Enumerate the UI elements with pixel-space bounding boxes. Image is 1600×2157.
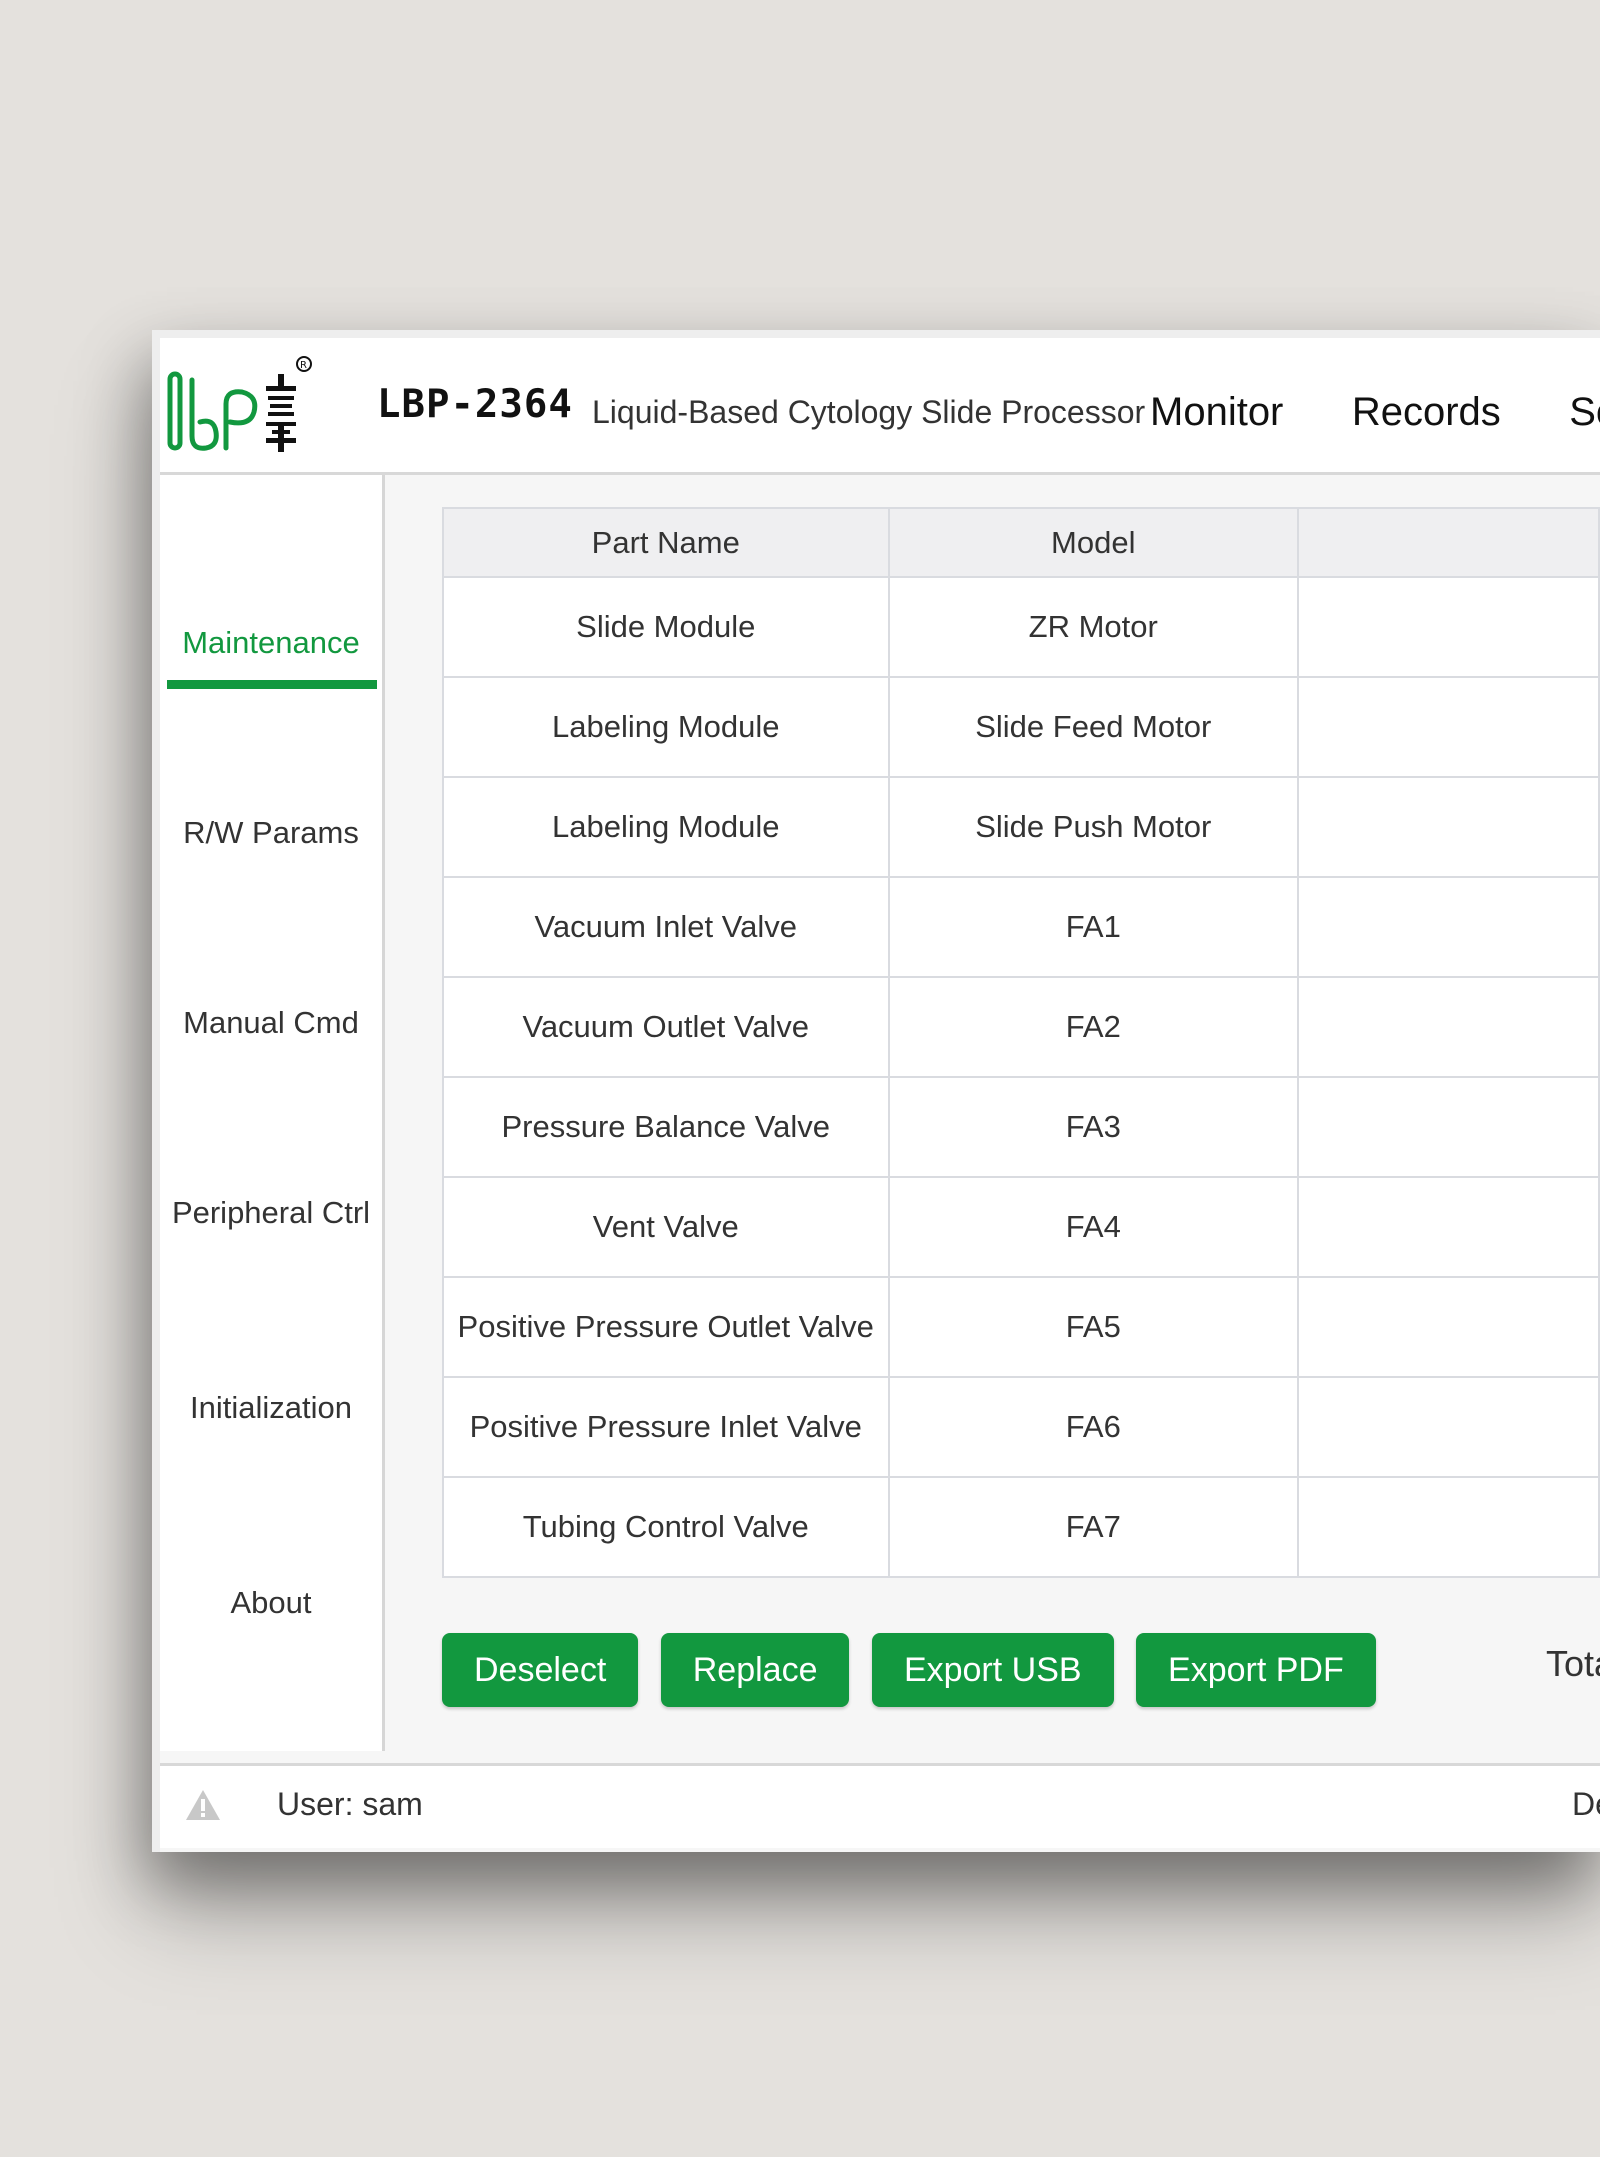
product-code: LBP-2364	[377, 382, 573, 427]
cell-extra	[1297, 1476, 1600, 1578]
sidebar-item-manual-cmd[interactable]: Manual Cmd	[160, 1005, 382, 1041]
sidebar-item-maintenance[interactable]: Maintenance	[160, 625, 382, 661]
current-user: User: sam	[277, 1786, 423, 1822]
column-header-part-name[interactable]: Part Name	[442, 507, 890, 578]
nav-settings[interactable]: Set	[1569, 390, 1600, 435]
cell-model: FA3	[887, 1076, 1300, 1178]
sidebar-item-rw-params[interactable]: R/W Params	[160, 815, 382, 851]
cell-model: Slide Push Motor	[887, 776, 1300, 878]
table-row[interactable]: Tubing Control Valve FA7	[442, 1476, 1600, 1578]
cell-extra	[1297, 776, 1600, 878]
main-panel: Part Name Model Slide Module ZR Motor La…	[385, 475, 1600, 1751]
nav-monitor[interactable]: Monitor	[1150, 390, 1283, 435]
svg-text:R: R	[300, 360, 307, 371]
cell-extra	[1297, 676, 1600, 778]
column-header-extra[interactable]	[1297, 507, 1600, 578]
sidebar-item-about[interactable]: About	[160, 1585, 382, 1621]
cell-part-name: Labeling Module	[442, 676, 890, 778]
cell-model: Slide Feed Motor	[887, 676, 1300, 778]
table-row[interactable]: Labeling Module Slide Feed Motor	[442, 676, 1600, 778]
active-tab-indicator	[167, 680, 377, 689]
total-label: Tota	[1546, 1643, 1600, 1684]
sidebar-item-initialization[interactable]: Initialization	[160, 1390, 382, 1426]
column-header-model[interactable]: Model	[887, 507, 1300, 578]
replace-button[interactable]: Replace	[660, 1633, 850, 1707]
nav-records[interactable]: Records	[1352, 390, 1501, 435]
cell-model: FA2	[887, 976, 1300, 1078]
sidebar-item-peripheral-ctrl[interactable]: Peripheral Ctrl	[160, 1195, 382, 1231]
cell-model: FA4	[887, 1176, 1300, 1278]
table-row[interactable]: Vacuum Outlet Valve FA2	[442, 976, 1600, 1078]
export-pdf-button[interactable]: Export PDF	[1136, 1633, 1376, 1707]
cell-model: FA7	[887, 1476, 1300, 1578]
table-row[interactable]: Vent Valve FA4	[442, 1176, 1600, 1278]
window-content: R LBP-2364 Liquid-Based Cytology Slide P…	[160, 338, 1600, 1852]
cell-part-name: Vent Valve	[442, 1176, 890, 1278]
cell-part-name: Positive Pressure Inlet Valve	[442, 1376, 890, 1478]
cell-extra	[1297, 1176, 1600, 1278]
parts-table: Part Name Model Slide Module ZR Motor La…	[442, 507, 1600, 1578]
warning-icon	[184, 1788, 222, 1822]
cell-extra	[1297, 576, 1600, 678]
cell-part-name: Tubing Control Valve	[442, 1476, 890, 1578]
export-usb-button[interactable]: Export USB	[871, 1633, 1114, 1707]
cell-model: FA1	[887, 876, 1300, 978]
table-header-row: Part Name Model	[442, 507, 1600, 578]
sidebar: Maintenance R/W Params Manual Cmd Periph…	[160, 475, 385, 1751]
table-row[interactable]: Vacuum Inlet Valve FA1	[442, 876, 1600, 978]
cell-extra	[1297, 1376, 1600, 1478]
status-bar: User: sam De	[160, 1763, 1600, 1848]
lbp-logo: R	[164, 352, 314, 460]
table-row[interactable]: Positive Pressure Outlet Valve FA5	[442, 1276, 1600, 1378]
cell-part-name: Slide Module	[442, 576, 890, 678]
product-name: Liquid-Based Cytology Slide Processor	[592, 394, 1146, 430]
cell-part-name: Labeling Module	[442, 776, 890, 878]
cell-model: FA6	[887, 1376, 1300, 1478]
cell-part-name: Pressure Balance Valve	[442, 1076, 890, 1178]
cell-part-name: Vacuum Inlet Valve	[442, 876, 890, 978]
cell-extra	[1297, 876, 1600, 978]
cell-extra	[1297, 1276, 1600, 1378]
main-nav: Monitor Records Set	[1150, 390, 1600, 435]
status-right-text: De	[1572, 1786, 1600, 1822]
cell-extra	[1297, 976, 1600, 1078]
cell-model: ZR Motor	[887, 576, 1300, 678]
table-row[interactable]: Slide Module ZR Motor	[442, 576, 1600, 678]
table-row[interactable]: Positive Pressure Inlet Valve FA6	[442, 1376, 1600, 1478]
app-window: R LBP-2364 Liquid-Based Cytology Slide P…	[152, 330, 1600, 1852]
header-bar: R LBP-2364 Liquid-Based Cytology Slide P…	[160, 338, 1600, 475]
cell-extra	[1297, 1076, 1600, 1178]
table-row[interactable]: Pressure Balance Valve FA3	[442, 1076, 1600, 1178]
cell-part-name: Vacuum Outlet Valve	[442, 976, 890, 1078]
cell-part-name: Positive Pressure Outlet Valve	[442, 1276, 890, 1378]
action-buttons: Deselect Replace Export USB Export PDF	[442, 1633, 1394, 1707]
deselect-button[interactable]: Deselect	[442, 1633, 639, 1707]
table-row[interactable]: Labeling Module Slide Push Motor	[442, 776, 1600, 878]
cell-model: FA5	[887, 1276, 1300, 1378]
